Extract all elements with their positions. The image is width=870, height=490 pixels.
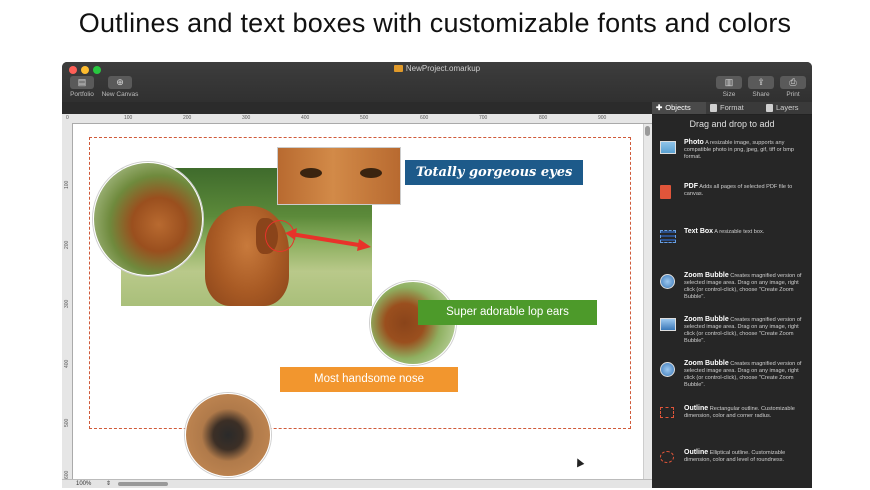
scroll-thumb[interactable] bbox=[645, 126, 650, 136]
ruler-tick: 100 bbox=[124, 115, 133, 121]
zoom-stepper-icon[interactable]: ⇕ bbox=[106, 480, 111, 487]
ruler-tick: 200 bbox=[183, 115, 192, 121]
ruler-tick: 500 bbox=[360, 115, 369, 121]
portfolio-label: Portfolio bbox=[70, 91, 94, 98]
rect-outline-icon bbox=[660, 407, 674, 418]
canvas-page[interactable]: Totally gorgeous eyes Super adorable lop… bbox=[73, 124, 643, 479]
zoom-bubble-square-icon bbox=[660, 318, 676, 331]
ruler-tick: 500 bbox=[64, 418, 70, 427]
pdf-icon bbox=[660, 185, 671, 199]
size-label: Size bbox=[722, 91, 736, 98]
tab-layers[interactable]: Layers bbox=[766, 102, 812, 114]
label-nose[interactable]: Most handsome nose bbox=[280, 367, 458, 392]
ruler-tick: 100 bbox=[64, 180, 70, 189]
label-ears[interactable]: Super adorable lop ears bbox=[418, 300, 597, 325]
app-window: NewProject.omarkup ▤ Portfolio ⊕ New Can… bbox=[62, 62, 812, 488]
layers-icon bbox=[766, 104, 773, 113]
item-title: Outline bbox=[684, 405, 709, 412]
text-box-icon bbox=[660, 230, 676, 243]
ruler-tick: 200 bbox=[64, 240, 70, 249]
item-title: Zoom Bubble bbox=[684, 316, 729, 323]
ruler-tick: 0 bbox=[66, 115, 69, 121]
zoom-box-eyes[interactable] bbox=[277, 147, 401, 205]
label-eyes[interactable]: Totally gorgeous eyes bbox=[405, 160, 583, 185]
red-arrow[interactable] bbox=[285, 224, 375, 254]
ruler-tick: 600 bbox=[64, 470, 70, 479]
headline: Outlines and text boxes with customizabl… bbox=[78, 8, 792, 38]
plus-circle-icon: ⊕ bbox=[116, 77, 124, 87]
zoom-bubble-icon bbox=[660, 362, 675, 377]
ruler-tick: 300 bbox=[242, 115, 251, 121]
inspector-tabs: ✚ Objects Format Layers bbox=[652, 102, 812, 115]
ruler-tick: 400 bbox=[301, 115, 310, 121]
item-desc: Adds all pages of selected PDF file to c… bbox=[684, 184, 793, 197]
photo-icon bbox=[660, 141, 676, 154]
share-icon: ⇪ bbox=[757, 77, 765, 87]
new-canvas-button[interactable]: ⊕ bbox=[108, 76, 132, 89]
top-ruler: 0 100 200 300 400 500 600 700 800 900 bbox=[62, 114, 652, 124]
left-eye bbox=[300, 168, 322, 178]
ellipse-outline-icon bbox=[660, 451, 674, 463]
item-title: Zoom Bubble bbox=[684, 272, 729, 279]
title-bar: NewProject.omarkup ▤ Portfolio ⊕ New Can… bbox=[62, 62, 812, 102]
zoom-bubble-nose[interactable] bbox=[185, 393, 271, 477]
vertical-scrollbar[interactable] bbox=[644, 124, 652, 479]
portfolio-icon: ▤ bbox=[77, 77, 87, 87]
window-title: NewProject.omarkup bbox=[62, 64, 812, 73]
item-title: PDF bbox=[684, 183, 698, 190]
item-title: Zoom Bubble bbox=[684, 360, 729, 367]
ruler-tick: 800 bbox=[539, 115, 548, 121]
ruler-tick: 300 bbox=[64, 299, 70, 308]
item-title: Text Box bbox=[684, 228, 714, 235]
left-ruler: 100 200 300 400 500 600 bbox=[62, 123, 73, 479]
document-icon bbox=[393, 65, 403, 73]
size-icon: ▥ bbox=[724, 77, 734, 87]
portfolio-button[interactable]: ▤ bbox=[70, 76, 94, 89]
print-icon: ⎙ bbox=[789, 77, 797, 87]
ruler-tick: 700 bbox=[479, 115, 488, 121]
horizontal-scroll-thumb[interactable] bbox=[118, 482, 168, 486]
new-canvas-label: New Canvas bbox=[101, 91, 139, 98]
item-desc: A resizable text box. bbox=[714, 229, 765, 235]
size-button[interactable]: ▥ bbox=[716, 76, 742, 89]
objects-panel: Drag and drop to add Photo A resizable i… bbox=[652, 115, 812, 488]
zoom-level[interactable]: 100% bbox=[76, 481, 91, 487]
share-button[interactable]: ⇪ bbox=[748, 76, 774, 89]
right-eye bbox=[360, 168, 382, 178]
item-title: Outline bbox=[684, 449, 709, 456]
pencil-icon bbox=[710, 104, 717, 113]
print-button[interactable]: ⎙ bbox=[780, 76, 806, 89]
ruler-tick: 600 bbox=[420, 115, 429, 121]
tab-format[interactable]: Format bbox=[710, 102, 760, 114]
ruler-tick: 400 bbox=[64, 359, 70, 368]
tab-objects[interactable]: ✚ Objects bbox=[652, 102, 706, 114]
item-title: Photo bbox=[684, 139, 704, 146]
panel-heading: Drag and drop to add bbox=[689, 119, 775, 129]
plus-icon: ✚ bbox=[656, 103, 663, 112]
zoom-bubble-icon bbox=[660, 274, 675, 289]
share-label: Share bbox=[752, 91, 770, 98]
ruler-tick: 900 bbox=[598, 115, 607, 121]
zoom-bubble-ear-left[interactable] bbox=[93, 162, 203, 276]
print-label: Print bbox=[786, 91, 800, 98]
status-bar: 100% ⇕ bbox=[62, 479, 652, 488]
